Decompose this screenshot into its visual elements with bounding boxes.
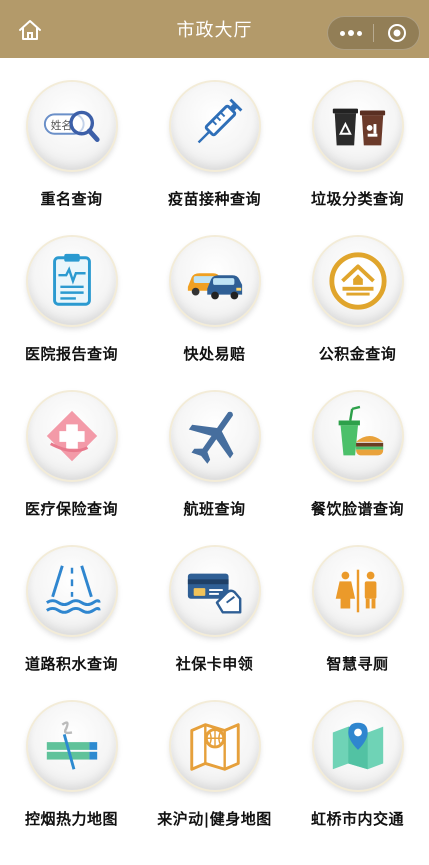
- more-button[interactable]: [328, 17, 373, 49]
- service-label: 垃圾分类查询: [310, 190, 404, 208]
- no-smoking-icon: [27, 702, 116, 790]
- service-vaccine[interactable]: 疫苗接种查询: [143, 58, 286, 213]
- name-tag-text: 姓名: [50, 119, 71, 132]
- service-hospital-report[interactable]: 医院报告查询: [0, 213, 143, 368]
- service-label: 公积金查询: [318, 345, 397, 363]
- house-fund-icon: [313, 237, 402, 325]
- trash-bins-icon: [313, 82, 402, 170]
- transit-map-icon: [313, 702, 402, 790]
- close-target-icon: [387, 24, 406, 42]
- service-housing-fund[interactable]: 公积金查询: [286, 213, 429, 368]
- service-label: 航班查询: [183, 500, 246, 518]
- name-search-icon: 姓名: [27, 82, 116, 170]
- service-name-search[interactable]: 姓名 重名查询: [0, 58, 143, 213]
- road-water-icon: [27, 547, 116, 635]
- service-medical-insurance[interactable]: 医疗保险查询: [0, 368, 143, 523]
- service-label: 虹桥市内交通: [310, 810, 404, 828]
- service-smoke-control[interactable]: 控烟热力地图: [0, 678, 143, 833]
- food-drink-icon: [313, 392, 402, 480]
- service-restroom[interactable]: 智慧寻厕: [286, 523, 429, 678]
- syringe-icon: [170, 82, 259, 170]
- service-label: 控烟热力地图: [24, 810, 118, 828]
- medical-report-icon: [27, 237, 116, 325]
- restroom-icon: [313, 547, 402, 635]
- service-food-safety[interactable]: 餐饮脸谱查询: [286, 368, 429, 523]
- service-fitness-map[interactable]: 来沪动|健身地图: [143, 678, 286, 833]
- service-label: 来沪动|健身地图: [157, 810, 272, 828]
- service-label: 快处易赔: [183, 345, 246, 363]
- service-label: 餐饮脸谱查询: [310, 500, 404, 518]
- service-label: 智慧寻厕: [326, 655, 389, 673]
- service-label: 道路积水查询: [24, 655, 118, 673]
- service-road-water[interactable]: 道路积水查询: [0, 523, 143, 678]
- service-grid: 姓名 重名查询 疫苗接种查询 垃圾分类查询 医院报告查询 快处易赔 公积金查询 …: [0, 58, 429, 833]
- fitness-map-icon: [170, 702, 259, 790]
- mini-program-capsule: [327, 16, 420, 50]
- service-garbage[interactable]: 垃圾分类查询: [286, 58, 429, 213]
- app-header: 市政大厅: [0, 0, 429, 58]
- service-label: 重名查询: [40, 190, 103, 208]
- page-title: 市政大厅: [176, 20, 253, 41]
- service-flight[interactable]: 航班查询: [143, 368, 286, 523]
- service-label: 医院报告查询: [24, 345, 118, 363]
- service-quick-claim[interactable]: 快处易赔: [143, 213, 286, 368]
- close-button[interactable]: [374, 17, 419, 49]
- airplane-icon: [170, 392, 259, 480]
- service-label: 疫苗接种查询: [167, 190, 261, 208]
- service-label: 医疗保险查询: [24, 500, 118, 518]
- more-dots-icon: [339, 30, 362, 36]
- medical-cross-icon: [27, 392, 116, 480]
- service-label: 社保卡申领: [175, 655, 254, 673]
- cars-icon: [170, 237, 259, 325]
- social-card-icon: [170, 547, 259, 635]
- service-hongqiao-transit[interactable]: 虹桥市内交通: [286, 678, 429, 833]
- home-icon[interactable]: [18, 19, 42, 41]
- service-social-card[interactable]: 社保卡申领: [143, 523, 286, 678]
